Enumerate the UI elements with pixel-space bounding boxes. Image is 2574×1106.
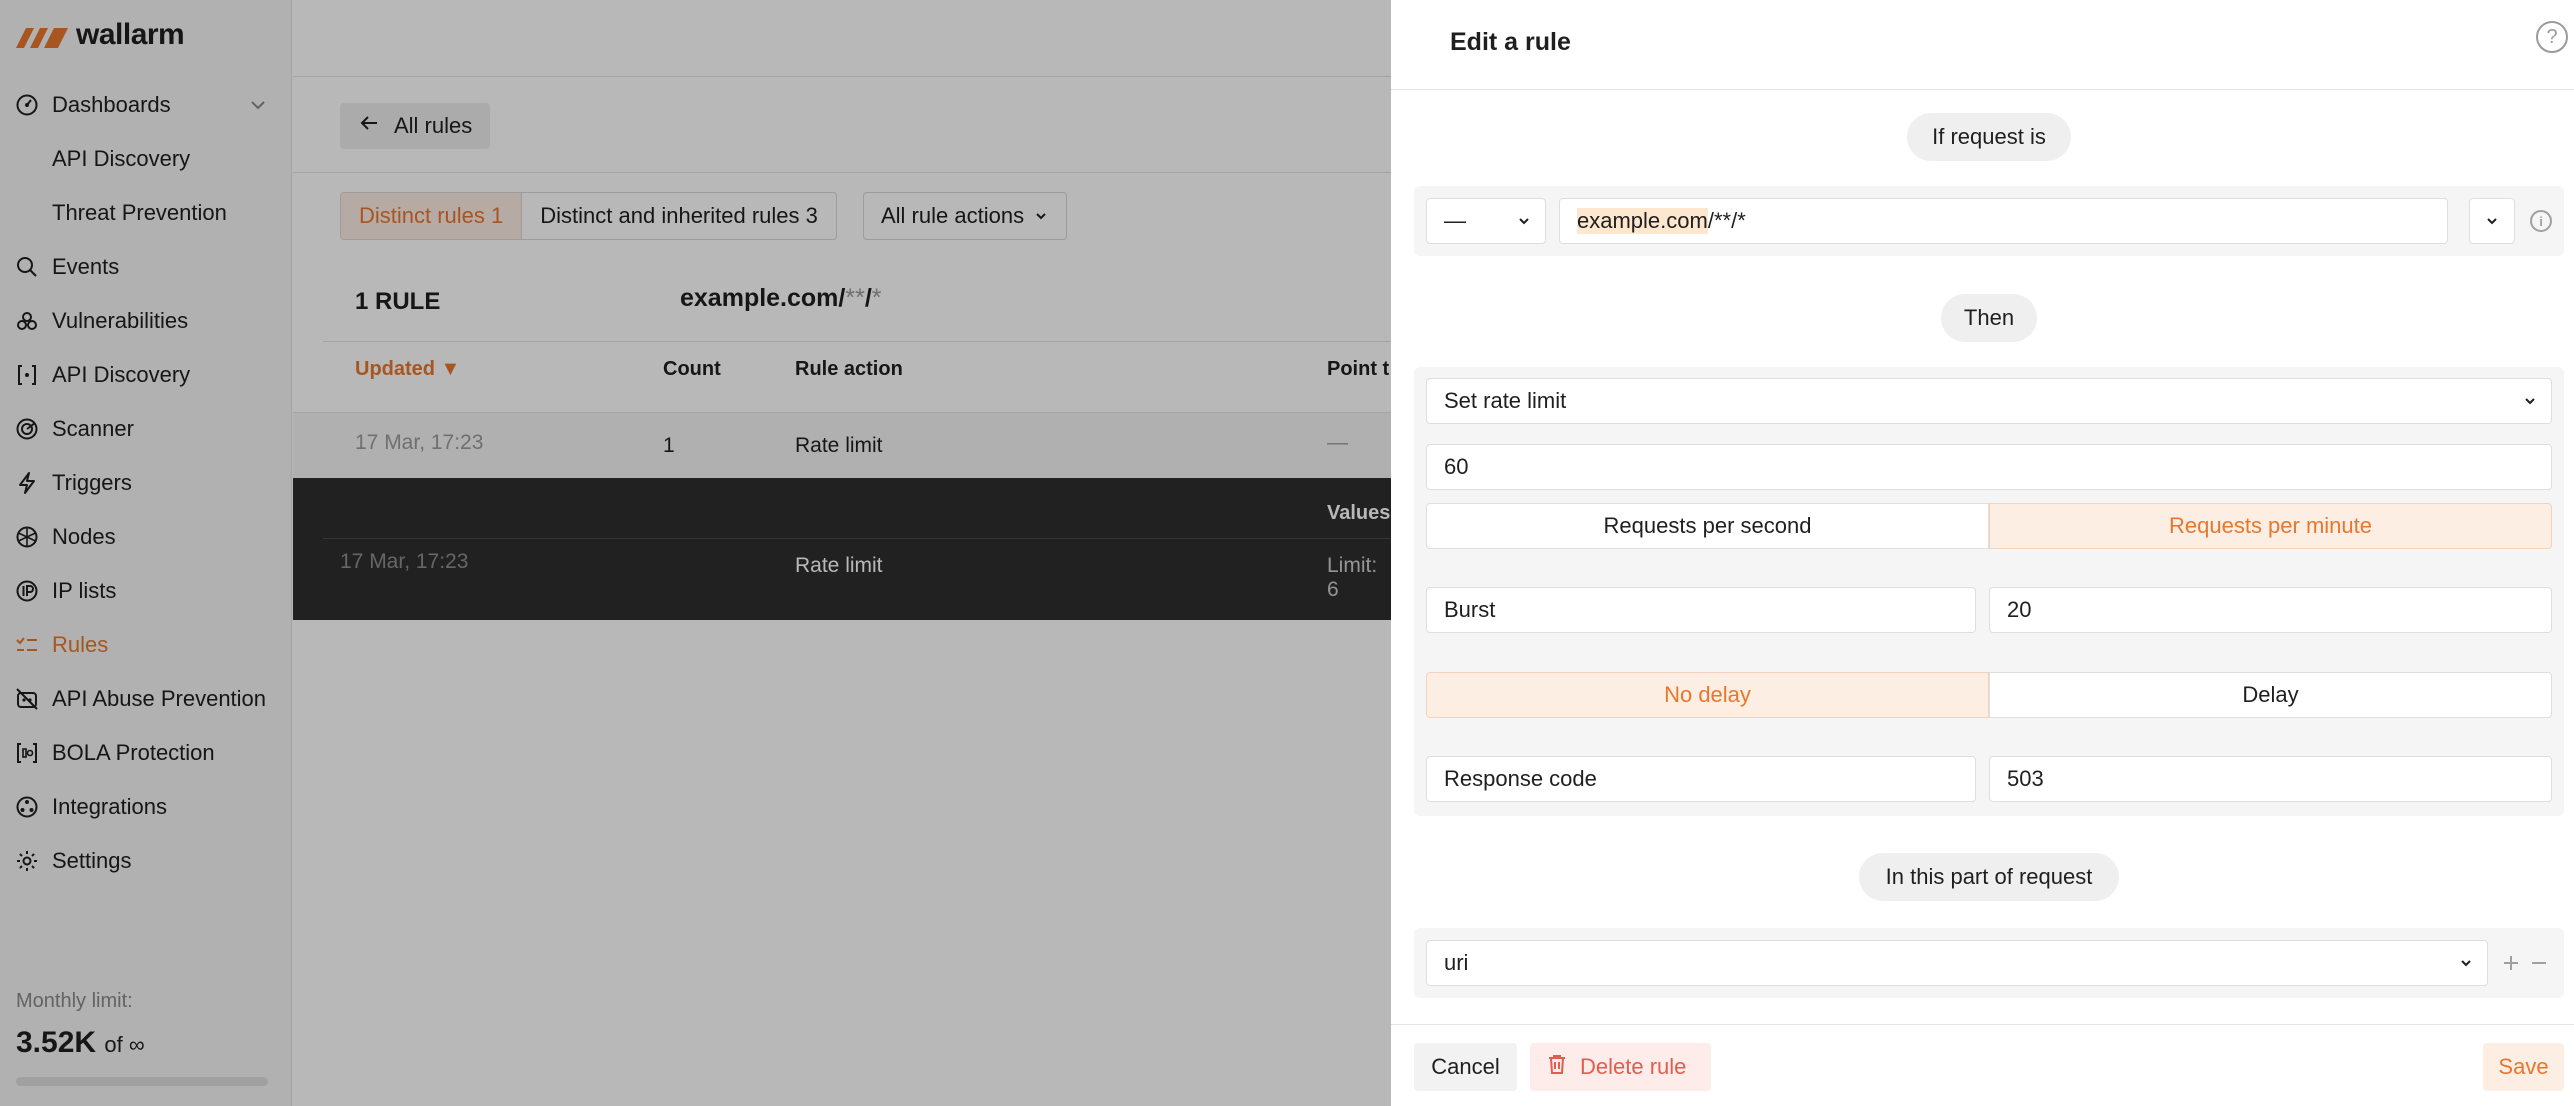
action-select[interactable]: Set rate limit	[1426, 378, 2552, 424]
drawer-title: Edit a rule	[1450, 28, 1571, 56]
add-part-icon[interactable]	[2499, 951, 2523, 975]
method-select[interactable]: —	[1426, 198, 1546, 244]
request-part-value: uri	[1444, 950, 1469, 975]
requests-per-minute-toggle[interactable]: Requests per minute	[1989, 503, 2552, 549]
burst-label: Burst	[1426, 587, 1976, 633]
request-part-panel: uri	[1414, 928, 2564, 998]
delay-toggle[interactable]: Delay	[1989, 672, 2552, 718]
no-delay-toggle[interactable]: No delay	[1426, 672, 1989, 718]
response-code-label-text: Response code	[1444, 766, 1597, 791]
url-path: /**/*	[1707, 208, 1746, 233]
condition-panel: — example.com/**/* i	[1414, 186, 2564, 256]
url-input[interactable]: example.com/**/*	[1559, 198, 2448, 244]
drawer-header: Edit a rule ?	[1391, 0, 2574, 90]
response-code-input[interactable]: 503	[1989, 756, 2552, 802]
chevron-down-icon	[1517, 208, 1531, 234]
action-panel: Set rate limit 60 Requests per second Re…	[1414, 367, 2564, 816]
chevron-down-icon	[2459, 950, 2473, 976]
burst-input-value: 20	[2007, 597, 2032, 622]
request-part-select[interactable]: uri	[1426, 940, 2488, 986]
remove-part-icon[interactable]	[2527, 951, 2551, 975]
requests-per-second-toggle[interactable]: Requests per second	[1426, 503, 1989, 549]
cancel-button[interactable]: Cancel	[1414, 1043, 1517, 1091]
chevron-down-icon	[2485, 208, 2499, 234]
trash-icon	[1546, 1053, 1568, 1081]
burst-input[interactable]: 20	[1989, 587, 2552, 633]
action-select-value: Set rate limit	[1444, 388, 1567, 413]
delete-rule-button[interactable]: Delete rule	[1530, 1043, 1711, 1091]
help-icon[interactable]: ?	[2536, 21, 2568, 53]
method-select-value: —	[1444, 208, 1466, 233]
chevron-down-icon	[2523, 388, 2537, 414]
delete-rule-label: Delete rule	[1580, 1054, 1687, 1079]
url-dropdown-button[interactable]	[2469, 198, 2515, 244]
save-button[interactable]: Save	[2483, 1043, 2564, 1091]
then-label: Then	[1941, 294, 2037, 342]
if-request-label: If request is	[1907, 113, 2071, 161]
burst-label-text: Burst	[1444, 597, 1496, 622]
rate-input-value: 60	[1444, 454, 1469, 479]
response-code-value: 503	[2007, 766, 2044, 791]
url-host: example.com	[1577, 208, 1708, 234]
modal-backdrop[interactable]	[0, 0, 1391, 1106]
edit-rule-drawer: Edit a rule ? If request is — example.co…	[1391, 0, 2574, 1106]
rate-input[interactable]: 60	[1426, 444, 2552, 490]
response-code-label: Response code	[1426, 756, 1976, 802]
request-part-label: In this part of request	[1859, 853, 2119, 901]
info-icon[interactable]: i	[2530, 210, 2552, 232]
